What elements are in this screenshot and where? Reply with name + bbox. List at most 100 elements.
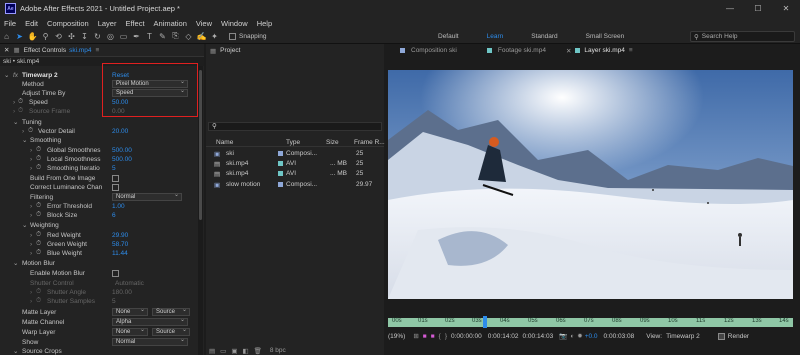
local-smoothness-value[interactable]: 500.00: [112, 156, 132, 163]
expand-arrow-icon[interactable]: ⌄: [22, 136, 27, 144]
expand-arrow-icon[interactable]: ›: [30, 241, 32, 248]
show-dropdown[interactable]: Normal: [112, 337, 188, 346]
expand-arrow-icon[interactable]: ⌄: [22, 221, 27, 229]
label-color-swatch[interactable]: [278, 182, 283, 187]
matte-channel-dropdown[interactable]: Alpha: [112, 317, 188, 326]
tab-options-icon[interactable]: ≡: [96, 47, 100, 54]
warp-layer-source-dropdown[interactable]: Source: [152, 327, 190, 336]
panel-menu-icon[interactable]: ▦: [210, 47, 216, 55]
roto-brush-icon[interactable]: ✍: [195, 30, 208, 42]
out-point[interactable]: 0:00:14:02: [488, 333, 519, 340]
expand-arrow-icon[interactable]: ›: [30, 250, 32, 257]
show-snapshot-icon[interactable]: ◐: [570, 333, 574, 340]
panel-menu-icon[interactable]: ▦: [13, 46, 19, 54]
workspace-small-screen[interactable]: Small Screen: [586, 33, 625, 40]
hand-tool-icon[interactable]: ✋: [26, 30, 39, 42]
workspace-standard[interactable]: Standard: [531, 33, 557, 40]
puppet-pin-icon[interactable]: ✦: [208, 30, 221, 42]
stopwatch-icon[interactable]: ⏱: [36, 202, 41, 210]
footage-tab[interactable]: Footage ski.mp4: [498, 47, 546, 54]
enable-motion-blur-checkbox[interactable]: [112, 269, 119, 277]
type-tool-icon[interactable]: T: [143, 30, 156, 42]
dolly-camera-icon[interactable]: ↧: [78, 30, 91, 42]
rectangle-tool-icon[interactable]: ▭: [117, 30, 130, 42]
composition-tab[interactable]: Composition ski: [411, 47, 457, 54]
snapping-toggle[interactable]: Snapping: [229, 32, 266, 40]
list-item[interactable]: ▤ ski.mp4 AVI ... MB 25: [206, 169, 384, 178]
global-smoothness-value[interactable]: 500.00: [112, 147, 132, 154]
green-weight-value[interactable]: 58.70: [112, 241, 128, 248]
menu-layer[interactable]: Layer: [98, 19, 117, 28]
expand-arrow-icon[interactable]: ⌄: [13, 118, 18, 126]
current-time[interactable]: 0:00:03:08: [604, 333, 635, 340]
menu-file[interactable]: File: [4, 19, 16, 28]
correct-luminance-checkbox[interactable]: [112, 183, 119, 191]
label-color-swatch[interactable]: [278, 151, 283, 156]
pan-camera-icon[interactable]: ✣: [65, 30, 78, 42]
stopwatch-icon[interactable]: ⏱: [36, 146, 41, 154]
menu-effect[interactable]: Effect: [125, 19, 144, 28]
in-point[interactable]: 0:00:00:00: [451, 333, 482, 340]
stopwatch-icon[interactable]: ⏱: [36, 249, 41, 257]
label-color-swatch[interactable]: [278, 161, 283, 166]
expand-arrow-icon[interactable]: ›: [13, 99, 15, 106]
stopwatch-icon[interactable]: ⏱: [36, 240, 41, 248]
filtering-dropdown[interactable]: Normal: [112, 192, 182, 201]
list-item[interactable]: ▣ slow motion Composi... 29.97: [206, 180, 384, 189]
exposure-icon[interactable]: ✹: [577, 332, 582, 340]
menu-animation[interactable]: Animation: [154, 19, 187, 28]
trash-icon[interactable]: 🗑: [254, 347, 262, 355]
zoom-tool-icon[interactable]: ⚲: [39, 30, 52, 42]
menu-help[interactable]: Help: [257, 19, 272, 28]
pan-behind-icon[interactable]: ◎: [104, 30, 117, 42]
effect-controls-scrollbar[interactable]: [198, 66, 203, 355]
effect-controls-tab[interactable]: ✕ ▦ Effect Controls ski.mp4 ≡: [0, 44, 204, 57]
mask-color-icon[interactable]: ■: [423, 333, 427, 340]
layer-tab[interactable]: Layer ski.mp4: [584, 47, 624, 54]
stopwatch-icon[interactable]: ⏱: [36, 231, 41, 239]
close-icon[interactable]: ✕: [772, 0, 800, 17]
expand-arrow-icon[interactable]: ⌄: [13, 259, 18, 267]
label-color-swatch[interactable]: [278, 171, 283, 176]
expand-arrow-icon[interactable]: ›: [22, 128, 24, 135]
orbit-camera-icon[interactable]: ⟲: [52, 30, 65, 42]
project-tab[interactable]: ▦ Project: [206, 44, 384, 57]
eraser-tool-icon[interactable]: ◇: [182, 30, 195, 42]
set-in-icon[interactable]: {: [439, 333, 441, 340]
brush-tool-icon[interactable]: ✎: [156, 30, 169, 42]
smoothing-group[interactable]: ⌄ Smoothing: [0, 136, 198, 145]
exposure-value[interactable]: +0.0: [585, 333, 598, 340]
new-folder-icon[interactable]: ▭: [220, 347, 226, 355]
view-dropdown[interactable]: Timewarp 2: [666, 333, 700, 340]
camera-icon[interactable]: 📷: [559, 332, 567, 340]
interpret-footage-icon[interactable]: ▤: [209, 347, 215, 355]
red-weight-value[interactable]: 29.90: [112, 232, 128, 239]
block-size-value[interactable]: 6: [112, 212, 116, 219]
scrollbar-thumb[interactable]: [199, 70, 202, 220]
layer-preview-image[interactable]: [388, 70, 793, 299]
transparency-icon[interactable]: ■: [431, 333, 435, 340]
motion-blur-group[interactable]: ⌄ Motion Blur: [0, 259, 198, 268]
expand-arrow-icon[interactable]: ›: [30, 212, 32, 219]
project-settings-icon[interactable]: ◧: [242, 347, 248, 355]
matte-layer-source-dropdown[interactable]: Source: [152, 307, 190, 316]
expand-arrow-icon[interactable]: ›: [30, 147, 32, 154]
menu-view[interactable]: View: [196, 19, 212, 28]
list-item[interactable]: ▣ ski Composi... 25: [206, 149, 384, 158]
matte-layer-dropdown[interactable]: None: [112, 307, 148, 316]
expand-arrow-icon[interactable]: ›: [30, 156, 32, 163]
tuning-group[interactable]: ⌄ Tuning: [0, 118, 198, 127]
build-from-one-image-checkbox[interactable]: [112, 174, 119, 182]
list-item[interactable]: ▤ ski.mp4 AVI ... MB 25: [206, 159, 384, 168]
expand-arrow-icon[interactable]: ›: [30, 232, 32, 239]
menu-window[interactable]: Window: [221, 19, 248, 28]
blue-weight-value[interactable]: 11.44: [112, 250, 128, 257]
expand-arrow-icon[interactable]: ›: [30, 165, 32, 172]
stopwatch-icon[interactable]: ⏱: [36, 164, 41, 172]
clone-stamp-icon[interactable]: ⎘: [169, 30, 182, 42]
magnification-dropdown[interactable]: (19%): [388, 333, 405, 340]
minimize-icon[interactable]: —: [716, 0, 744, 17]
expand-arrow-icon[interactable]: ⌄: [13, 347, 18, 355]
workspace-learn[interactable]: Learn: [487, 33, 504, 40]
tab-options-icon[interactable]: ≡: [629, 47, 633, 54]
